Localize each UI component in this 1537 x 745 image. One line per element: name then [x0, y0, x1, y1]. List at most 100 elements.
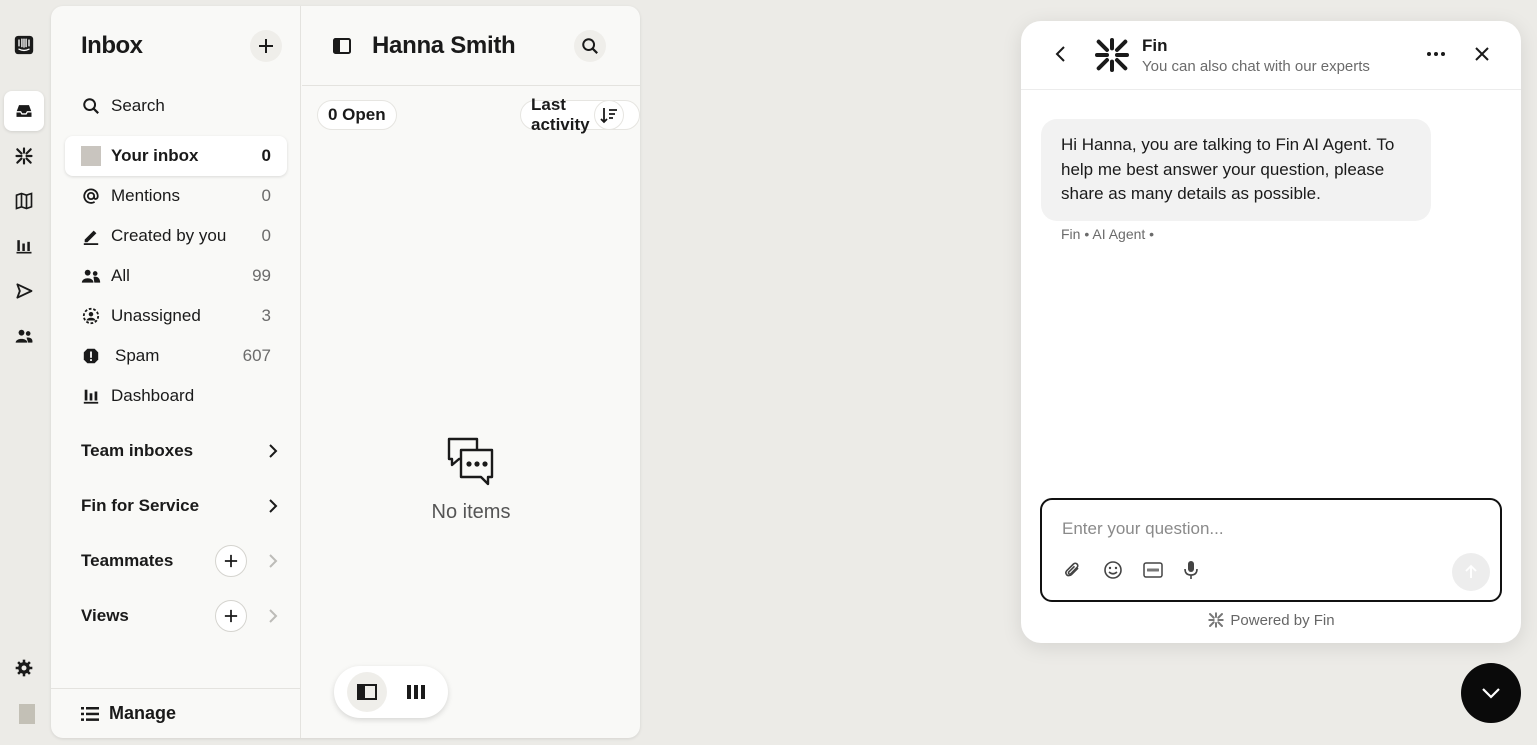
- search-icon: [81, 96, 101, 116]
- sidebar-item-unassigned[interactable]: Unassigned 3: [65, 296, 287, 336]
- microphone-icon[interactable]: [1180, 559, 1202, 581]
- logo-icon[interactable]: [4, 25, 44, 65]
- add-view-button[interactable]: [215, 600, 247, 632]
- close-button[interactable]: [1473, 45, 1491, 68]
- sidebar-item-count: 0: [261, 226, 271, 245]
- list-icon: [81, 706, 99, 721]
- spam-icon: [81, 346, 101, 366]
- section-label: Teammates: [81, 551, 174, 570]
- multi-column-layout-button[interactable]: [396, 672, 436, 712]
- section-label: Team inboxes: [81, 441, 194, 460]
- sidebar-item-label: Dashboard: [111, 386, 195, 405]
- section-team-inboxes[interactable]: Team inboxes: [81, 434, 281, 468]
- emoji-icon[interactable]: [1102, 559, 1124, 581]
- chevron-left-icon: [1055, 46, 1065, 62]
- sidebar-item-count: 0: [261, 146, 271, 165]
- add-teammate-button[interactable]: [215, 545, 247, 577]
- agent-message: Hi Hanna, you are talking to Fin AI Agen…: [1041, 119, 1431, 221]
- left-rail: [0, 0, 50, 745]
- chevron-down-icon: [1482, 688, 1500, 699]
- chevron-right-icon: [269, 554, 278, 568]
- plus-icon: [224, 554, 238, 568]
- send-button[interactable]: [1452, 553, 1490, 591]
- messenger-launcher-button[interactable]: [1461, 663, 1521, 723]
- knowledge-icon[interactable]: [4, 181, 44, 221]
- fin-messenger: Fin You can also chat with our experts H…: [1021, 21, 1521, 643]
- arrow-up-icon: [1465, 564, 1477, 578]
- inbox-icon[interactable]: [4, 91, 44, 131]
- page-title: Inbox: [81, 32, 143, 59]
- section-views[interactable]: Views: [81, 599, 281, 633]
- manage-label: Manage: [109, 703, 177, 723]
- sidebar-item-label: Unassigned: [111, 306, 201, 325]
- columns-icon: [406, 685, 425, 699]
- chevron-right-icon: [269, 609, 278, 623]
- search-label: Search: [111, 96, 165, 115]
- question-input[interactable]: [1062, 516, 1462, 542]
- sidebar-item-label: Your inbox: [111, 146, 199, 165]
- reports-icon[interactable]: [4, 226, 44, 266]
- fin-logo-icon: [1208, 612, 1225, 628]
- sidebar-item-count: 99: [252, 266, 271, 285]
- powered-by-label: Powered by Fin: [1230, 611, 1335, 629]
- powered-by[interactable]: Powered by Fin: [1021, 611, 1521, 629]
- at-icon: [81, 186, 101, 206]
- manage-button[interactable]: Manage: [51, 688, 301, 738]
- section-teammates[interactable]: Teammates: [81, 544, 281, 578]
- sidebar-item-all[interactable]: All 99: [65, 256, 287, 296]
- open-filter-label: 0 Open: [328, 105, 386, 124]
- inbox-panel: Inbox Search Your inbox 0 Mentions 0 Cre…: [51, 6, 640, 738]
- layout-toggle: [334, 666, 448, 718]
- settings-icon[interactable]: [4, 648, 44, 688]
- message-composer: [1040, 498, 1502, 602]
- messenger-header: Fin You can also chat with our experts: [1021, 21, 1521, 90]
- sort-order-button[interactable]: [594, 100, 624, 130]
- sidebar-item-count: 607: [242, 346, 271, 365]
- sidebar-item-mentions[interactable]: Mentions 0: [65, 176, 287, 216]
- sort-icon: [600, 108, 617, 124]
- inbox-sidebar: Inbox Search Your inbox 0 Mentions 0 Cre…: [51, 6, 301, 738]
- empty-state: No items: [302, 436, 640, 524]
- sidebar-item-count: 0: [261, 186, 271, 205]
- back-button[interactable]: [1053, 45, 1069, 68]
- empty-state-text: No items: [431, 501, 511, 523]
- fin-avatar-icon: [1092, 35, 1132, 80]
- contact-name: Hanna Smith: [372, 32, 516, 59]
- plus-icon: [259, 39, 273, 53]
- search-conversations-button[interactable]: [574, 30, 606, 62]
- list-header: Hanna Smith: [302, 6, 640, 86]
- sidebar-item-spam[interactable]: Spam 607: [65, 336, 287, 376]
- sidebar-item-label: Spam: [115, 346, 160, 365]
- outbound-icon[interactable]: [4, 271, 44, 311]
- section-label: Fin for Service: [81, 496, 200, 515]
- section-fin-for-service[interactable]: Fin for Service: [81, 489, 281, 523]
- chat-bubbles-icon: [447, 437, 494, 486]
- more-options-button[interactable]: [1424, 45, 1448, 68]
- single-column-icon: [356, 684, 377, 700]
- people-icon: [81, 266, 101, 286]
- sidebar-toggle-icon[interactable]: [332, 36, 352, 61]
- pen-icon: [81, 226, 101, 246]
- sidebar-item-label: All: [111, 266, 130, 285]
- new-conversation-button[interactable]: [250, 30, 282, 62]
- avatar[interactable]: [19, 704, 35, 724]
- sidebar-item-created-by-you[interactable]: Created by you 0: [65, 216, 287, 256]
- ellipsis-icon: [1427, 52, 1445, 56]
- attachment-icon[interactable]: [1062, 559, 1084, 581]
- messenger-title: Fin: [1142, 36, 1168, 55]
- search-button[interactable]: Search: [65, 86, 287, 126]
- sidebar-item-dashboard[interactable]: Dashboard: [65, 376, 287, 416]
- sidebar-item-count: 3: [261, 306, 271, 325]
- avatar-icon: [81, 146, 101, 166]
- single-column-layout-button[interactable]: [346, 672, 387, 712]
- search-icon: [582, 38, 598, 54]
- message-meta: Fin • AI Agent •: [1061, 226, 1155, 242]
- gif-icon[interactable]: [1142, 559, 1164, 581]
- dashboard-icon: [81, 386, 101, 406]
- conversation-list: Hanna Smith 0 Open Last activity No item…: [302, 6, 640, 738]
- contacts-icon[interactable]: [4, 316, 44, 356]
- sidebar-item-your-inbox[interactable]: Your inbox 0: [65, 136, 287, 176]
- fin-icon[interactable]: [4, 136, 44, 176]
- chevron-right-icon: [269, 499, 278, 513]
- open-filter-button[interactable]: 0 Open: [317, 100, 397, 130]
